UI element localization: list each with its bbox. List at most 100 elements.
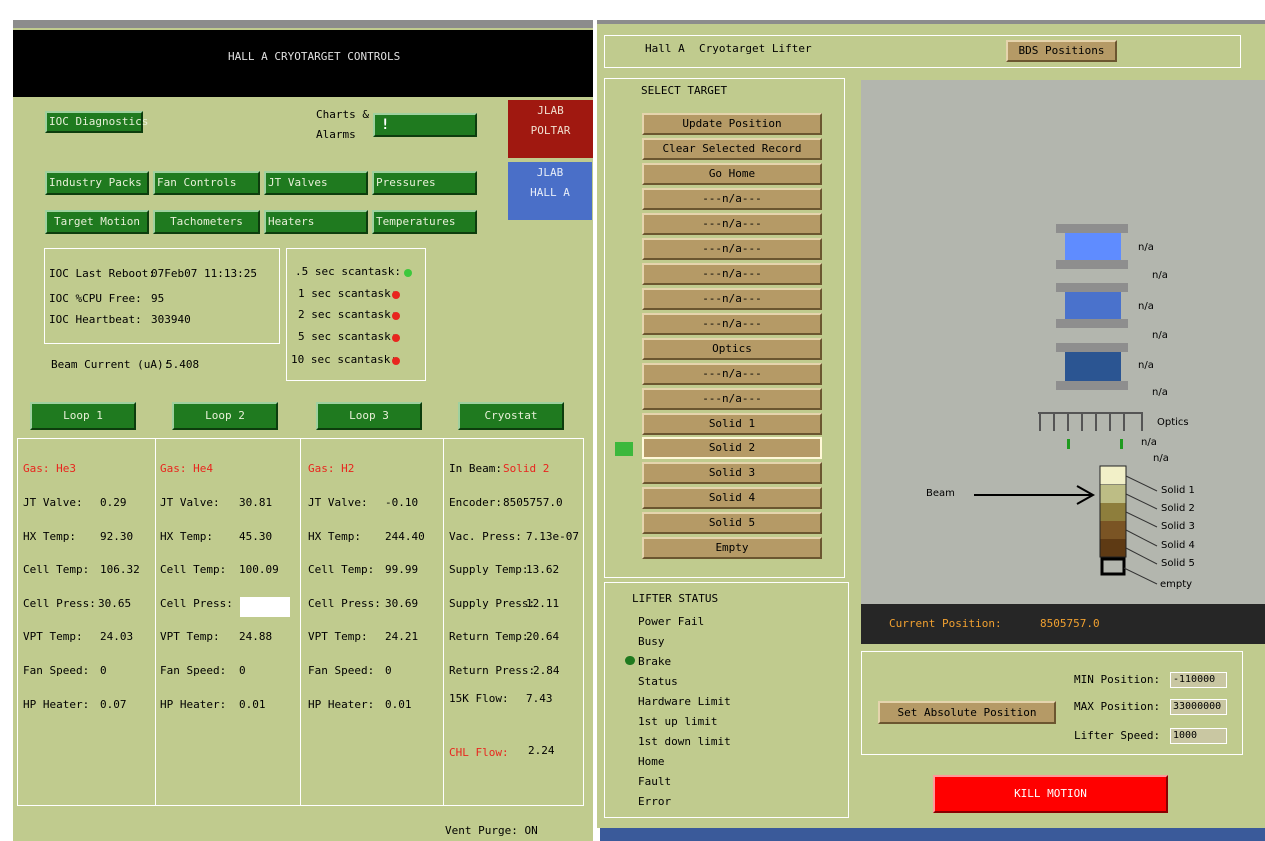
update-position-button[interactable]: Update Position [642,113,822,135]
set-absolute-position-button[interactable]: Set Absolute Position [878,701,1056,724]
loop3-fan-speed-label: Fan Speed: [308,664,375,677]
charts-alarms-label-line2: Alarms [316,128,356,141]
status-1st-up-limit: 1st up limit [638,715,718,728]
loop3-button[interactable]: Loop 3 [316,402,422,430]
loop1-cell-temp-label: Cell Temp: [23,563,90,576]
loop3-gas: Gas: H2 [308,462,355,475]
supply-press-value: 12.11 [526,597,560,610]
min-position-field[interactable]: -110000 [1170,672,1227,688]
loop3-hx-temp-label: HX Temp: [308,530,361,543]
status-brake-indicator [625,656,635,665]
fan-controls-button[interactable]: Fan Controls [153,171,260,195]
target-button-solid-4[interactable]: Solid 4 [642,487,822,509]
target-button-na-4[interactable]: ---n/a--- [642,263,822,285]
window-bottom-strip-right [600,828,1265,841]
lifter-speed-label: Lifter Speed: [1074,729,1161,742]
table-divider-1 [155,438,156,806]
max-position-field[interactable]: 33000000 [1170,699,1227,715]
target-button-solid-1[interactable]: Solid 1 [642,413,822,435]
loop3-cell-press-label: Cell Press: [308,597,381,610]
industry-packs-button[interactable]: Industry Packs [45,171,149,195]
loop2-hp-heater-value: 0.01 [239,698,266,711]
lifter-speed-field[interactable]: 1000 [1170,728,1227,744]
jt-valves-button[interactable]: JT Valves [264,171,368,195]
temperatures-button[interactable]: Temperatures [372,210,477,234]
heaters-button[interactable]: Heaters [264,210,368,234]
loop2-gas: Gas: He4 [160,462,213,475]
loop2-fan-speed-value: 0 [239,664,246,677]
loop1-button[interactable]: Loop 1 [30,402,136,430]
page-title: HALL A CRYOTARGET CONTROLS [228,50,401,63]
scantask-10-indicator [392,357,400,365]
vac-press-label: Vac. Press: [449,530,522,543]
status-status: Status [638,675,678,688]
target-button-solid-2[interactable]: Solid 2 [642,437,822,459]
jlab-poltar-button[interactable]: JLAB POLTAR [508,100,593,158]
encoder-value: 8505757.0 [503,496,563,509]
loop3-cell-press-value: 30.69 [385,597,419,610]
bds-positions-button[interactable]: BDS Positions [1006,40,1117,62]
solid-leader-lines [1123,475,1158,585]
min-position-label: MIN Position: [1074,673,1161,686]
selected-target-indicator [615,442,633,456]
loop2-jt-valve-label: JT Valve: [160,496,220,509]
target-button-na-1[interactable]: ---n/a--- [642,188,822,210]
target-button-na-8[interactable]: ---n/a--- [642,388,822,410]
target-button-na-2[interactable]: ---n/a--- [642,213,822,235]
charts-alarms-button[interactable]: ! [373,113,477,137]
solid-3-label: Solid 3 [1161,521,1195,532]
supply-temp-label: Supply Temp: [449,563,529,576]
scantask-2-indicator [392,312,400,320]
clear-selected-record-button[interactable]: Clear Selected Record [642,138,822,160]
return-press-label: Return Press: [449,664,536,677]
loop3-cell-temp-label: Cell Temp: [308,563,375,576]
lifter-title-name: Cryotarget Lifter [699,42,812,55]
encoder-label: Encoder: [449,496,502,509]
table-divider-3 [443,438,444,806]
loop1-jt-valve-label: JT Valve: [23,496,83,509]
kill-motion-button[interactable]: KILL MOTION [933,775,1168,813]
status-1st-down-limit: 1st down limit [638,735,731,748]
target-button-na-6[interactable]: ---n/a--- [642,313,822,335]
jlab-halla-button[interactable]: JLAB HALL A [508,162,592,220]
beam-label: Beam [926,488,955,499]
loop2-cell-temp-value: 100.09 [239,563,279,576]
target-button-optics[interactable]: Optics [642,338,822,360]
target-button-solid-5[interactable]: Solid 5 [642,512,822,534]
optics-label: Optics [1157,417,1189,428]
charts-alarms-label-line1: Charts & [316,108,369,121]
return-temp-value: 20.64 [526,630,560,643]
target-button-na-5[interactable]: ---n/a--- [642,288,822,310]
go-home-button[interactable]: Go Home [642,163,822,185]
ioc-reboot-label: IOC Last Reboot: [49,267,155,280]
ladder-drawing [974,412,1158,585]
jlab-poltar-line2: POLTAR [530,124,571,137]
scantask-2-label: 2 sec scantask: [298,308,398,321]
target-button-empty[interactable]: Empty [642,537,822,559]
loop2-cell-press-label: Cell Press: [160,597,233,610]
optics-comb [1038,412,1143,431]
target-button-solid-3[interactable]: Solid 3 [642,462,822,484]
ioc-cpu-label: IOC %CPU Free: [49,292,142,305]
in-beam-value: Solid 2 [503,462,550,475]
loop1-fan-speed-label: Fan Speed: [23,664,90,677]
current-position-label: Current Position: [889,617,1002,630]
target-motion-button[interactable]: Target Motion [45,210,149,234]
solid-1-label: Solid 1 [1161,485,1195,496]
pressures-button[interactable]: Pressures [372,171,477,195]
scantask-05-indicator [404,269,412,277]
loop3-jt-valve-value: -0.10 [385,496,419,509]
tachometers-button[interactable]: Tachometers [153,210,260,234]
lifter-title-hall: Hall A [645,42,685,55]
ioc-diagnostics-button[interactable]: IOC Diagnostics [45,111,148,133]
cryostat-button[interactable]: Cryostat [458,402,564,430]
loop1-gas: Gas: He3 [23,462,76,475]
loop1-vpt-temp-label: VPT Temp: [23,630,83,643]
loop2-hx-temp-value: 45.30 [239,530,273,543]
target-button-na-3[interactable]: ---n/a--- [642,238,822,260]
target-button-na-7[interactable]: ---n/a--- [642,363,822,385]
beam-arrow [974,485,1096,505]
max-position-label: MAX Position: [1074,700,1161,713]
status-fault: Fault [638,775,672,788]
loop2-button[interactable]: Loop 2 [172,402,278,430]
